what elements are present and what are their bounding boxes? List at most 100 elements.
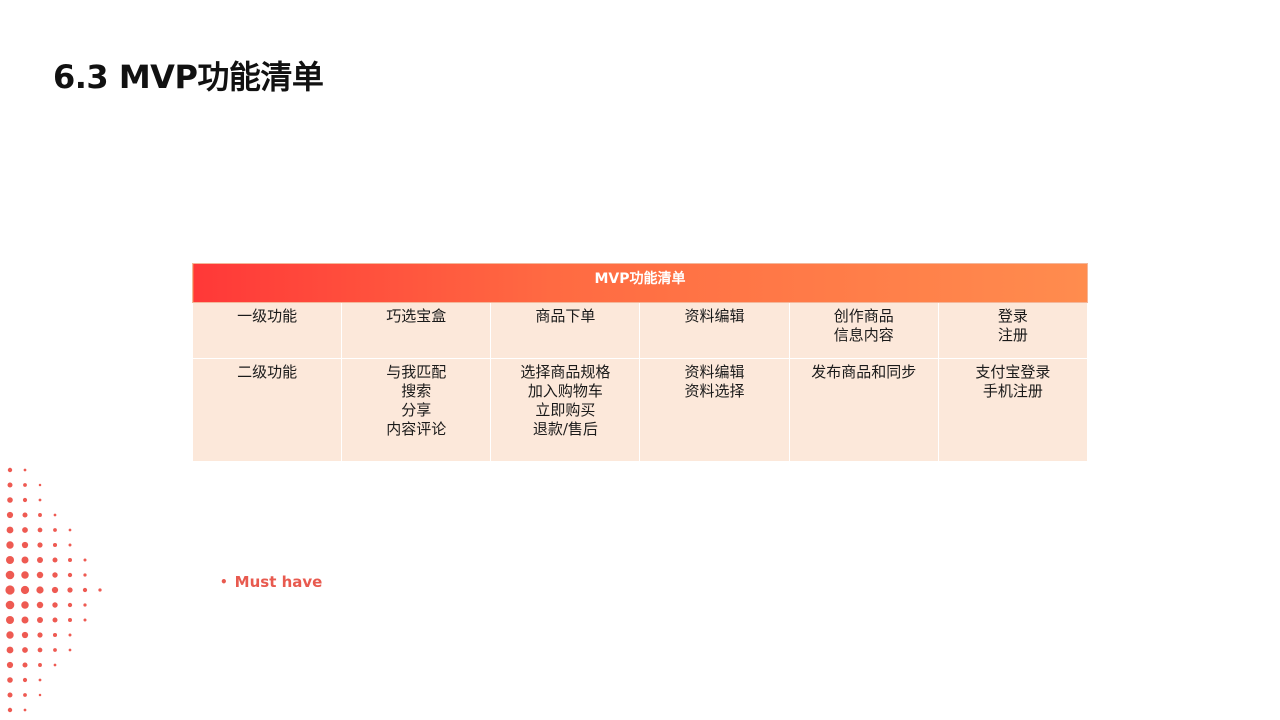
halftone-dot <box>21 541 29 549</box>
table-cell: 与我匹配 搜索 分享 内容评论 <box>341 358 492 462</box>
table-header: MVP功能清单 <box>192 263 1088 303</box>
bullet-text: Must have <box>234 573 323 591</box>
row-label-text: 二级功能 <box>237 363 298 381</box>
halftone-dot <box>53 663 57 667</box>
cell-text: 加入购物车 <box>527 382 603 400</box>
mvp-table-container: MVP功能清单 一级功能 巧选宝盒 商品下单 资料编辑 创作商品 信息内容 登录 注册 二级功能… <box>191 263 1089 462</box>
halftone-dot <box>7 707 13 713</box>
halftone-dot <box>52 542 58 548</box>
table-cell: 商品下单 <box>490 302 641 359</box>
halftone-dot <box>52 632 58 638</box>
cell-text: 资料编辑 <box>684 363 745 381</box>
cell-text: 发布商品和同步 <box>811 363 917 381</box>
halftone-dot <box>37 647 43 653</box>
table-row: 一级功能 巧选宝盒 商品下单 资料编辑 创作商品 信息内容 登录 注册 <box>191 302 1089 359</box>
halftone-dot <box>6 661 14 669</box>
halftone-dot <box>5 585 15 595</box>
halftone-dot <box>52 572 58 578</box>
cell-text: 信息内容 <box>833 326 894 344</box>
halftone-dot <box>37 617 43 623</box>
halftone-dot <box>38 693 42 697</box>
halftone-dot <box>23 483 27 487</box>
halftone-dot <box>37 557 43 563</box>
halftone-dot <box>21 571 29 579</box>
halftone-dot <box>22 527 28 533</box>
halftone-dot <box>7 497 13 503</box>
halftone-dot <box>6 511 14 519</box>
halftone-dot <box>67 572 73 578</box>
halftone-dot <box>6 556 14 564</box>
table-cell: 资料编辑 <box>639 302 790 359</box>
halftone-dot <box>68 543 72 547</box>
table-cell: 资料编辑 资料选择 <box>639 358 790 462</box>
halftone-dot <box>98 588 102 592</box>
halftone-dot <box>51 586 59 594</box>
halftone-dot <box>38 663 42 667</box>
table-cell: 选择商品规格 加入购物车 立即购买 退款/售后 <box>490 358 641 462</box>
cell-text: 巧选宝盒 <box>386 307 447 325</box>
halftone-dot <box>22 677 28 683</box>
halftone-dots-decoration <box>5 467 102 713</box>
halftone-dot <box>21 601 29 609</box>
halftone-dot <box>22 497 28 503</box>
halftone-dot <box>68 648 72 652</box>
halftone-dot <box>21 556 29 564</box>
halftone-dot <box>6 526 14 534</box>
halftone-dot <box>67 587 73 593</box>
halftone-dot <box>38 678 42 682</box>
halftone-dot <box>83 573 87 577</box>
halftone-dot <box>83 558 87 562</box>
halftone-dot <box>52 602 58 608</box>
table-cell: 支付宝登录 手机注册 <box>937 358 1089 462</box>
halftone-dot <box>53 648 57 652</box>
cell-text: 登录 <box>997 307 1028 325</box>
halftone-dot <box>53 528 57 532</box>
cell-text: 创作商品 <box>833 307 894 325</box>
halftone-dot <box>38 513 42 517</box>
halftone-dot <box>68 633 72 637</box>
halftone-dot <box>7 467 13 473</box>
halftone-dot <box>6 541 14 549</box>
halftone-dot <box>68 618 72 622</box>
halftone-dot <box>23 708 27 712</box>
cell-text: 商品下单 <box>535 307 596 325</box>
slide-title: 6.3 MVP功能清单 <box>53 58 324 96</box>
halftone-dot <box>67 602 73 608</box>
halftone-dot <box>68 528 72 532</box>
halftone-dot <box>5 570 15 580</box>
cell-text: 与我匹配 <box>386 363 447 381</box>
halftone-dot <box>23 468 27 472</box>
halftone-dot <box>37 527 43 533</box>
halftone-dot <box>38 498 42 502</box>
halftone-dot <box>22 662 28 668</box>
cell-text: 立即购买 <box>535 401 596 419</box>
bullet-dot-icon: • <box>220 575 228 589</box>
cell-text: 内容评论 <box>386 420 447 438</box>
halftone-dot <box>83 603 87 607</box>
halftone-dot <box>52 557 58 563</box>
halftone-dot <box>37 632 43 638</box>
table-cell: 创作商品 信息内容 <box>788 302 939 359</box>
row-label-text: 一级功能 <box>237 307 298 325</box>
cell-text: 资料编辑 <box>684 307 745 325</box>
halftone-dot <box>38 483 42 487</box>
halftone-dot <box>68 558 72 562</box>
cell-text: 分享 <box>401 401 432 419</box>
halftone-dot <box>36 586 44 594</box>
cell-text: 注册 <box>997 326 1028 344</box>
halftone-dot <box>52 617 58 623</box>
cell-text: 支付宝登录 <box>975 363 1051 381</box>
halftone-dot <box>82 587 88 593</box>
halftone-dot <box>7 482 13 488</box>
halftone-dot <box>36 571 44 579</box>
halftone-dot <box>6 646 14 654</box>
must-have-bullet: • Must have <box>220 573 322 591</box>
halftone-dot <box>23 693 27 697</box>
halftone-dot <box>36 601 44 609</box>
halftone-dot <box>5 600 15 610</box>
cell-text: 退款/售后 <box>532 420 598 438</box>
halftone-dot <box>7 692 13 698</box>
cell-text: 选择商品规格 <box>520 363 611 381</box>
cell-text: 手机注册 <box>982 382 1043 400</box>
table-cell: 巧选宝盒 <box>341 302 492 359</box>
